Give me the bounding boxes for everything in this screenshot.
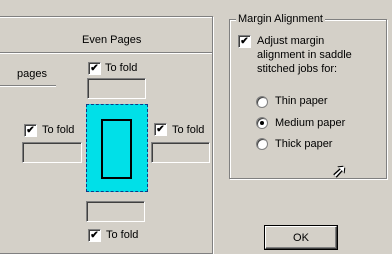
arrow-cursor-icon: ➚: [332, 161, 348, 181]
to-fold-top-label: To fold: [105, 62, 138, 74]
adjust-margin-line2: alignment in saddle: [257, 49, 352, 61]
to-fold-right-label: To fold: [172, 124, 205, 136]
thin-paper-label: Thin paper: [275, 95, 328, 107]
page-preview-content: [101, 119, 132, 179]
to-fold-left-label: To fold: [42, 124, 75, 136]
thick-paper-radio[interactable]: [256, 138, 268, 150]
to-fold-right-checkbox[interactable]: ✔: [154, 123, 167, 136]
pages-label: pages: [17, 68, 47, 80]
to-fold-bottom-label: To fold: [106, 229, 139, 241]
to-fold-bottom-checkbox[interactable]: ✔: [88, 229, 101, 242]
radio-selected-dot: [260, 121, 264, 125]
ok-button-label: OK: [293, 231, 309, 244]
right-margin-field[interactable]: [151, 142, 210, 163]
to-fold-left-checkbox[interactable]: ✔: [24, 124, 37, 137]
left-margin-field[interactable]: [22, 142, 82, 163]
medium-paper-radio[interactable]: [256, 117, 268, 129]
medium-paper-label: Medium paper: [275, 117, 346, 129]
header-divider: [0, 52, 212, 54]
adjust-margin-checkbox[interactable]: ✔: [238, 35, 251, 48]
margin-alignment-title: Margin Alignment: [236, 13, 325, 25]
ok-button[interactable]: OK: [265, 226, 337, 249]
adjust-margin-line1: Adjust margin: [257, 35, 325, 47]
bottom-margin-field[interactable]: [86, 201, 145, 222]
pages-underline: [0, 85, 56, 87]
even-pages-header: Even Pages: [82, 34, 142, 46]
top-margin-field[interactable]: [87, 78, 146, 99]
adjust-margin-line3: stitched jobs for:: [257, 63, 338, 75]
thin-paper-radio[interactable]: [256, 96, 268, 108]
thick-paper-label: Thick paper: [275, 138, 333, 150]
to-fold-top-checkbox[interactable]: ✔: [88, 62, 101, 75]
